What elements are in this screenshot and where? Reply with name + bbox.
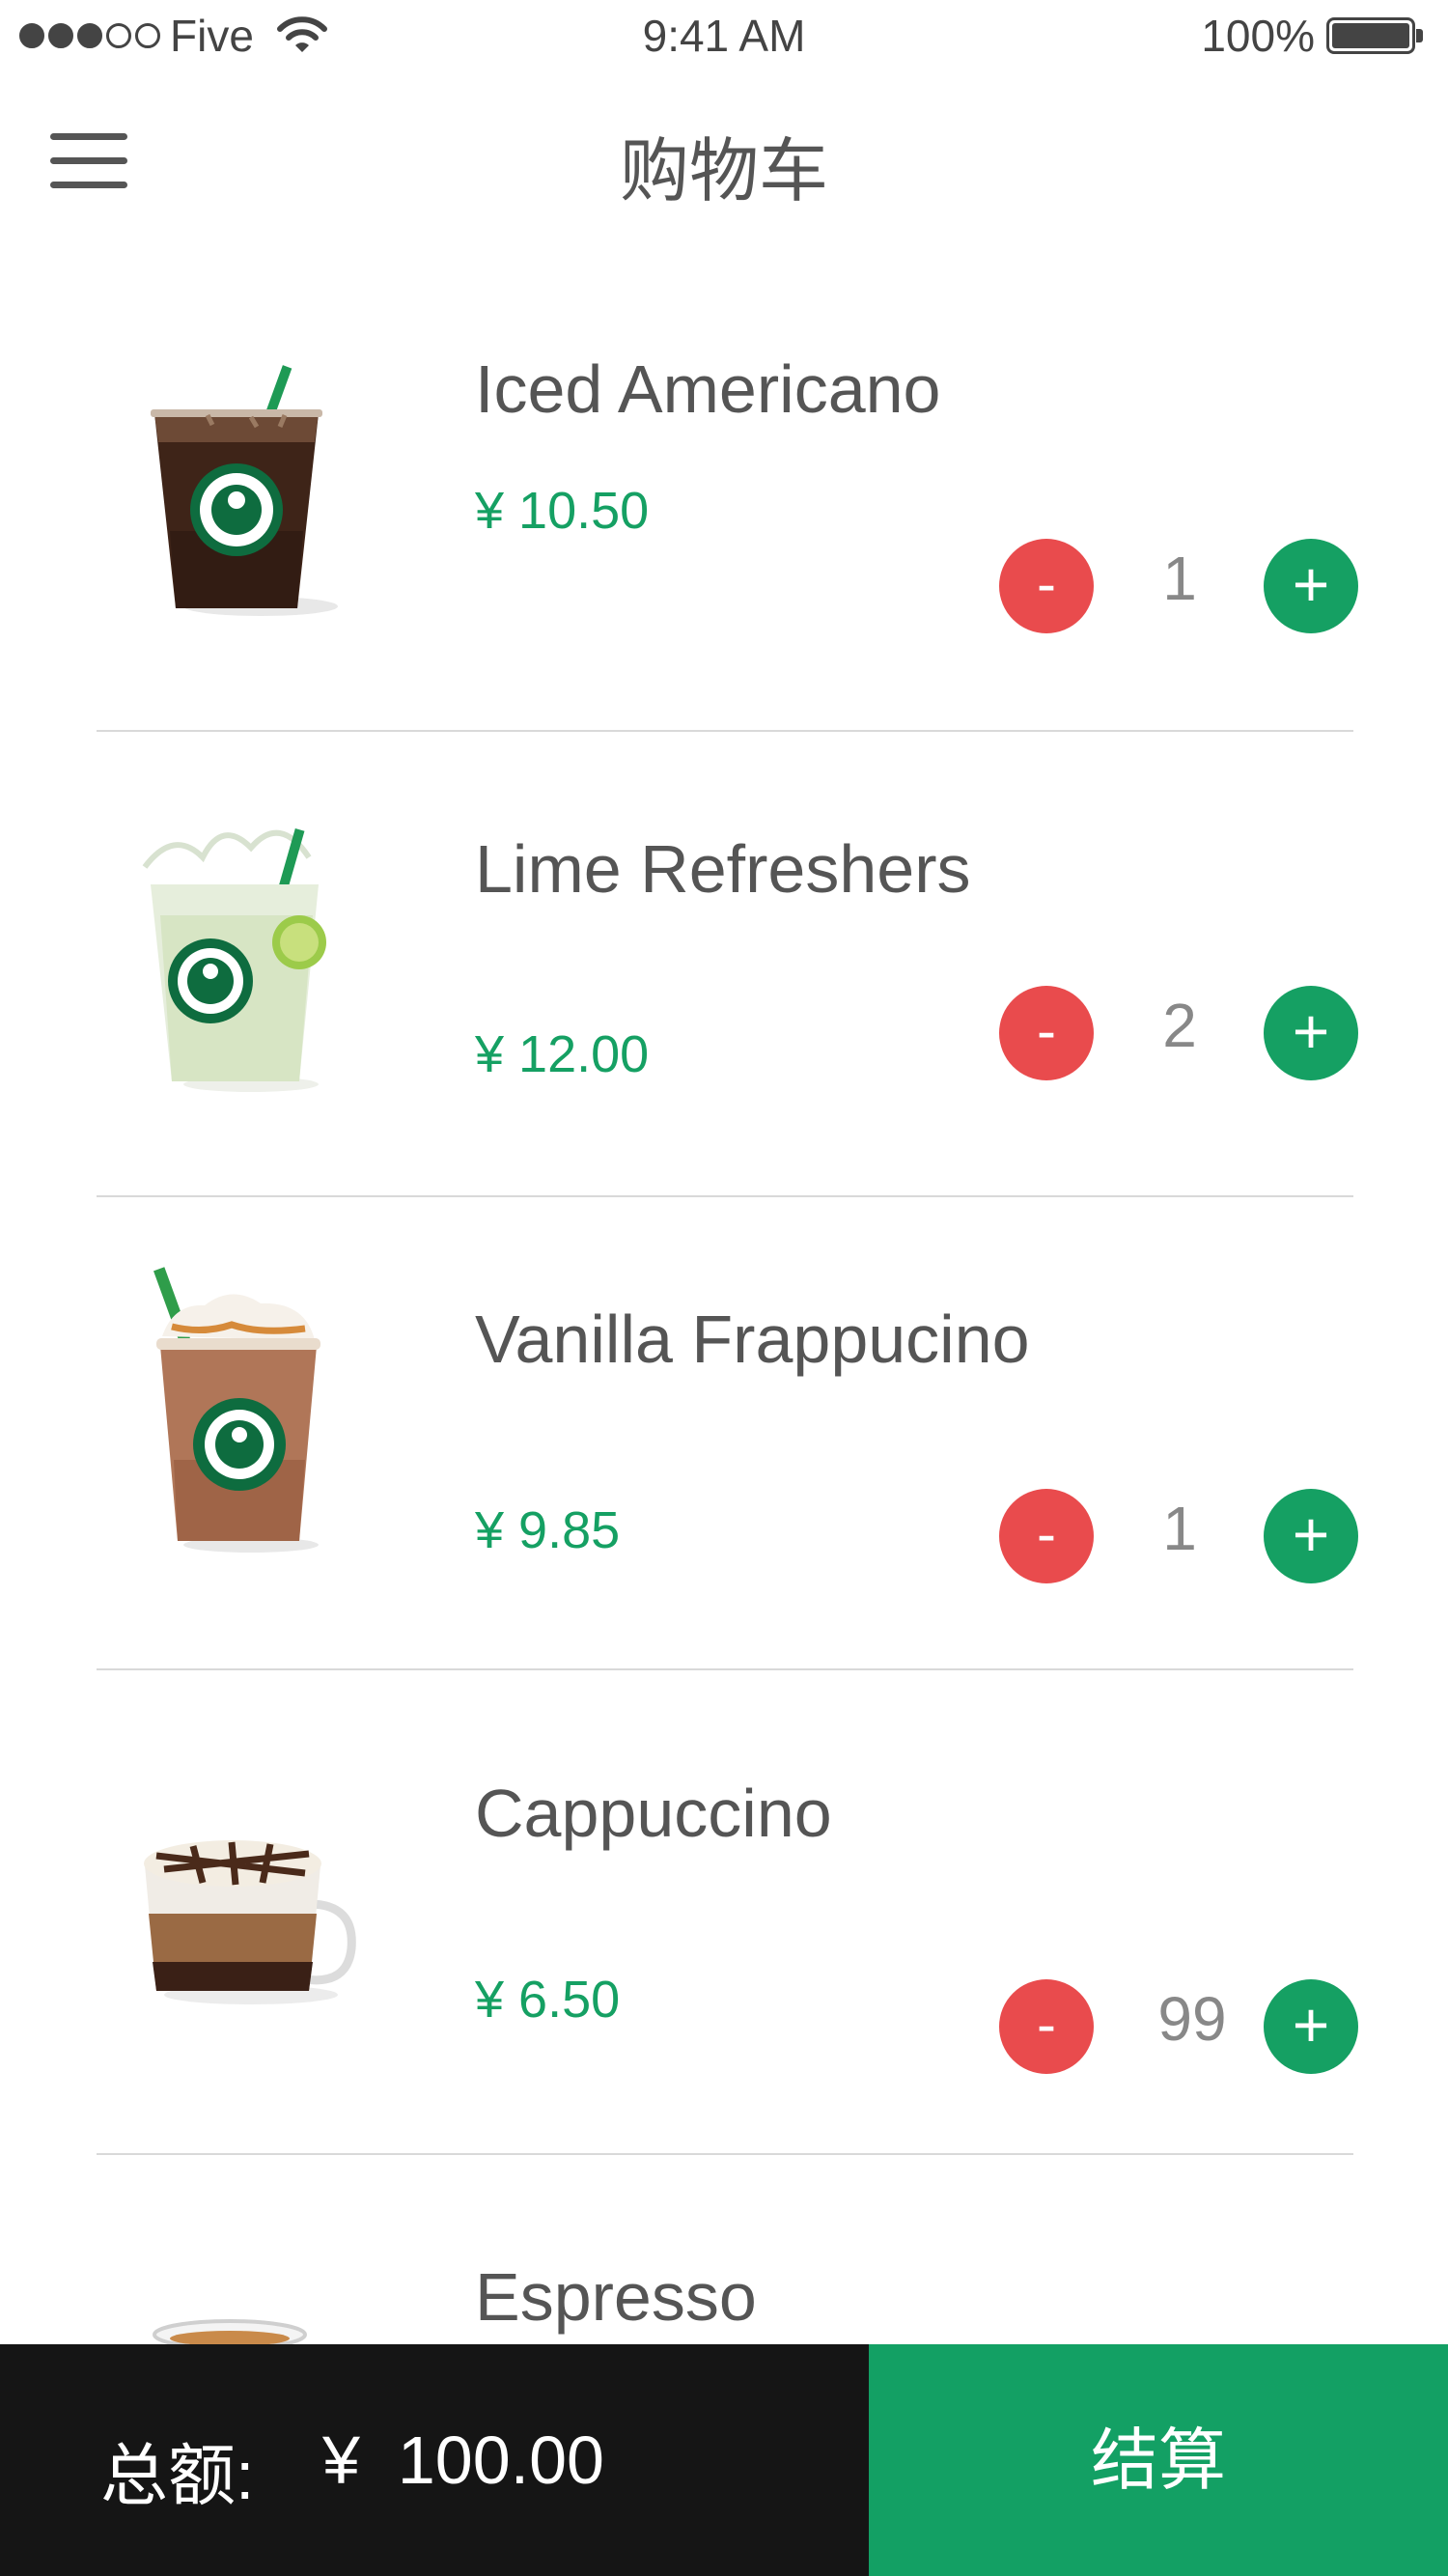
decrease-quantity-button[interactable]: - [999,1979,1094,2074]
product-price: ¥ 9.85 [475,1501,621,1559]
total-label: 总额: [100,2438,255,2513]
item-divider [97,1668,1353,1670]
product-price: ¥ 12.00 [475,1025,650,1083]
product-name: Espresso [475,2259,757,2335]
item-divider [97,2153,1353,2155]
cappuccino-image [144,1840,356,2004]
frappuccino-image [153,1267,320,1553]
quantity-value: 1 [1162,1494,1197,1563]
decrease-quantity-button[interactable]: - [999,539,1094,633]
item-divider [97,730,1353,732]
lime-refresher-image [142,827,326,1092]
increase-quantity-button[interactable]: + [1264,1489,1358,1583]
increase-quantity-button[interactable]: + [1264,1979,1358,2074]
increase-quantity-button[interactable]: + [1264,539,1358,633]
nav-bar: 购物车 [0,77,1448,232]
quantity-value: 1 [1162,544,1197,613]
increase-quantity-button[interactable]: + [1264,986,1358,1080]
page-title: 购物车 [619,133,828,210]
product-name: Vanilla Frappucino [475,1302,1030,1377]
product-name: Lime Refreshers [475,831,971,907]
checkout-button[interactable]: 结算 [869,2344,1448,2576]
status-bar: Five 9:41 AM 100% [0,0,1448,77]
espresso-image [153,2319,307,2344]
product-price: ¥ 6.50 [475,1971,621,2029]
decrease-quantity-button[interactable]: - [999,1489,1094,1583]
decrease-quantity-button[interactable]: - [999,986,1094,1080]
battery-tip [1416,29,1423,42]
battery-icon [1326,17,1415,54]
checkout-footer: 总额: ¥ 100.00 结算 [0,2344,1448,2576]
item-divider [97,1195,1353,1197]
quantity-value: 99 [1157,1984,1227,2054]
product-name: Cappuccino [475,1776,832,1851]
quantity-value: 2 [1162,991,1197,1060]
product-price: ¥ 10.50 [475,482,650,540]
battery-level [1332,23,1409,48]
iced-americano-image [151,365,338,616]
total-amount: ¥ 100.00 [322,2422,604,2498]
total-panel: 总额: ¥ 100.00 [0,2344,869,2576]
battery-percentage: 100% [1201,11,1315,61]
product-name: Iced Americano [475,351,941,427]
